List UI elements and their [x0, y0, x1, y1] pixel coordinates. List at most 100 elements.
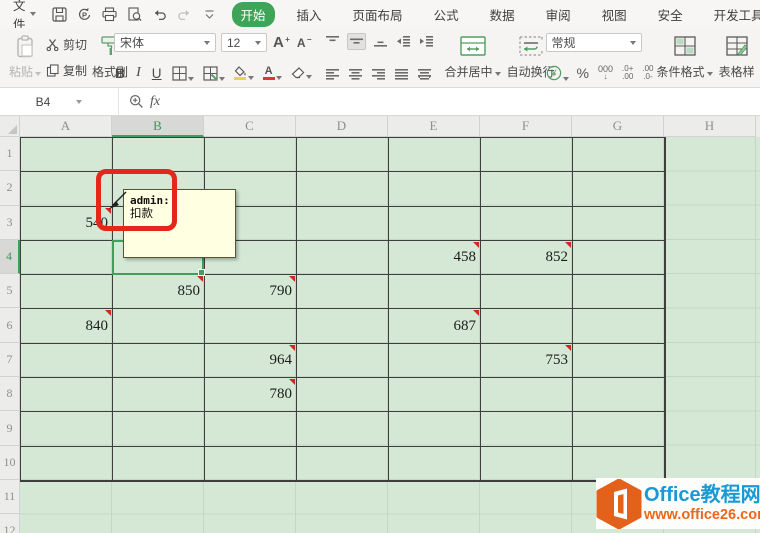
cell-B10[interactable]: [113, 447, 205, 481]
valign-middle-button[interactable]: [347, 33, 366, 50]
bold-button[interactable]: B: [114, 64, 126, 82]
italic-button[interactable]: I: [135, 64, 142, 82]
zoom-formula-icon[interactable]: [129, 94, 144, 109]
decrease-font-button[interactable]: A−: [296, 36, 307, 50]
cell-B1[interactable]: [113, 138, 205, 172]
column-header-C[interactable]: C: [204, 116, 296, 137]
cell-G9[interactable]: [573, 412, 665, 446]
conditional-format-button[interactable]: 条件格式: [654, 33, 716, 82]
print-preview-icon[interactable]: [127, 6, 143, 22]
row-header-5[interactable]: 5: [0, 274, 20, 308]
cell-G7[interactable]: [573, 344, 665, 378]
column-header-E[interactable]: E: [388, 116, 480, 137]
increase-font-button[interactable]: A+: [272, 36, 285, 50]
row-header-7[interactable]: 7: [0, 343, 20, 377]
cell-A10[interactable]: [21, 447, 113, 481]
table-style-button[interactable]: 表格样: [716, 33, 758, 82]
borders-button[interactable]: [172, 66, 194, 81]
cell-G1[interactable]: [573, 138, 665, 172]
row-header-8[interactable]: 8: [0, 377, 20, 411]
cell-G5[interactable]: [573, 275, 665, 309]
row-header-3[interactable]: 3: [0, 206, 20, 240]
cell-F9[interactable]: [481, 412, 573, 446]
menu-tab-2[interactable]: 插入: [288, 2, 331, 27]
cell-C9[interactable]: [205, 412, 297, 446]
cell-E1[interactable]: [389, 138, 481, 172]
row-header-12[interactable]: 12: [0, 514, 20, 533]
row-header-6[interactable]: 6: [0, 309, 20, 343]
font-name-select[interactable]: 宋体: [114, 33, 216, 52]
fill-color-button[interactable]: [234, 66, 254, 80]
increase-decimal-button[interactable]: .0+ .00: [621, 64, 634, 82]
cell-D8[interactable]: [297, 378, 389, 412]
cell-C7[interactable]: 964: [205, 344, 297, 378]
cell-E8[interactable]: [389, 378, 481, 412]
menu-tab-5[interactable]: 数据: [481, 2, 524, 27]
cell-A1[interactable]: [21, 138, 113, 172]
align-left-button[interactable]: [324, 67, 341, 82]
cell-D2[interactable]: [297, 172, 389, 206]
menu-tab-9[interactable]: 开发工具: [705, 2, 760, 27]
more-icon[interactable]: [202, 6, 218, 22]
cell-E2[interactable]: [389, 172, 481, 206]
cell-E10[interactable]: [389, 447, 481, 481]
cell-G8[interactable]: [573, 378, 665, 412]
row-header-4[interactable]: 4: [0, 240, 20, 274]
align-right-button[interactable]: [370, 67, 387, 82]
valign-top-button[interactable]: [324, 34, 341, 49]
cell-G4[interactable]: [573, 241, 665, 275]
column-header-D[interactable]: D: [296, 116, 388, 137]
cell-A4[interactable]: [21, 241, 113, 275]
cell-A9[interactable]: [21, 412, 113, 446]
cell-F1[interactable]: [481, 138, 573, 172]
cell-F7[interactable]: 753: [481, 344, 573, 378]
number-format-select[interactable]: 常规: [546, 33, 642, 52]
menu-tab-8[interactable]: 安全: [649, 2, 692, 27]
cell-D10[interactable]: [297, 447, 389, 481]
align-justify-button[interactable]: [393, 67, 410, 82]
cell-E4[interactable]: 458: [389, 241, 481, 275]
clear-format-button[interactable]: [291, 67, 312, 79]
cell-D9[interactable]: [297, 412, 389, 446]
font-color-button[interactable]: A: [263, 66, 282, 80]
cell-G6[interactable]: [573, 309, 665, 343]
cell-A5[interactable]: [21, 275, 113, 309]
copy-button[interactable]: 复制: [46, 62, 87, 79]
fill-handle[interactable]: [198, 269, 205, 276]
column-header-G[interactable]: G: [572, 116, 664, 137]
menu-tab-6[interactable]: 审阅: [537, 2, 580, 27]
print-icon[interactable]: [102, 6, 118, 22]
indent-decrease-button[interactable]: [395, 34, 412, 49]
row-header-1[interactable]: 1: [0, 137, 20, 171]
column-header-B[interactable]: B: [112, 116, 204, 137]
column-header-F[interactable]: F: [480, 116, 572, 137]
cell-E5[interactable]: [389, 275, 481, 309]
row-header-9[interactable]: 9: [0, 411, 20, 445]
row-header-10[interactable]: 10: [0, 446, 20, 480]
cell-A8[interactable]: [21, 378, 113, 412]
merge-center-button[interactable]: 合并居中: [442, 33, 504, 82]
cell-E6[interactable]: 687: [389, 309, 481, 343]
cell-C1[interactable]: [205, 138, 297, 172]
cell-D3[interactable]: [297, 207, 389, 241]
cell-F8[interactable]: [481, 378, 573, 412]
cell-B9[interactable]: [113, 412, 205, 446]
cell-C5[interactable]: 790: [205, 275, 297, 309]
name-box[interactable]: B4: [0, 88, 118, 115]
cell-E7[interactable]: [389, 344, 481, 378]
cell-D5[interactable]: [297, 275, 389, 309]
align-distributed-button[interactable]: [416, 67, 433, 82]
cell-F5[interactable]: [481, 275, 573, 309]
menu-tab-4[interactable]: 公式: [425, 2, 468, 27]
cell-C8[interactable]: 780: [205, 378, 297, 412]
cell-E3[interactable]: [389, 207, 481, 241]
underline-button[interactable]: U: [151, 65, 163, 82]
valign-bottom-button[interactable]: [372, 34, 389, 49]
percent-button[interactable]: %: [576, 64, 590, 82]
cell-G10[interactable]: [573, 447, 665, 481]
select-all-corner[interactable]: [0, 116, 20, 137]
cell-G2[interactable]: [573, 172, 665, 206]
cell-A7[interactable]: [21, 344, 113, 378]
currency-button[interactable]: ¥: [546, 65, 569, 81]
indent-increase-button[interactable]: [418, 34, 435, 49]
